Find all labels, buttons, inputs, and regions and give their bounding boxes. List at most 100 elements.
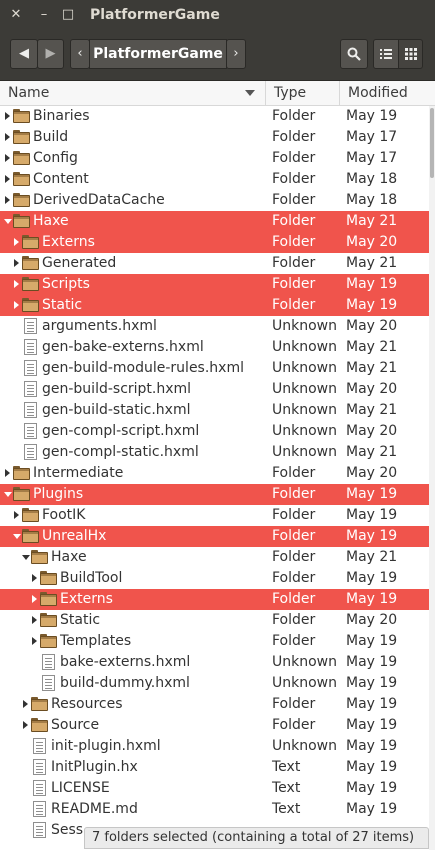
file-row[interactable]: bake-externs.hxml Unknown May 19 (0, 652, 429, 673)
close-window-button[interactable]: ✕ (8, 7, 24, 23)
folder-row[interactable]: Static Folder May 20 (0, 610, 429, 631)
row-modified: May 19 (346, 486, 398, 502)
folder-row[interactable]: Scripts Folder May 19 (0, 274, 429, 295)
folder-row[interactable]: Externs Folder May 20 (0, 232, 429, 253)
row-type: Unknown (272, 402, 337, 418)
search-button[interactable] (340, 39, 368, 69)
folder-icon (22, 234, 39, 250)
expander-collapsed-icon[interactable] (31, 589, 39, 610)
path-bar-current-folder[interactable]: PlatformerGame (89, 39, 227, 69)
file-row[interactable]: LICENSE Text May 19 (0, 778, 429, 799)
row-name: UnrealHx (42, 528, 107, 544)
file-row[interactable]: gen-bake-externs.hxml Unknown May 21 (0, 337, 429, 358)
forward-button[interactable]: ▶ (37, 39, 64, 69)
folder-row[interactable]: Externs Folder May 19 (0, 589, 429, 610)
search-icon (347, 47, 361, 61)
folder-row[interactable]: Static Folder May 19 (0, 295, 429, 316)
maximize-window-button[interactable]: □ (60, 7, 76, 23)
expander-expanded-icon[interactable] (4, 211, 12, 232)
text-file-icon (31, 759, 48, 775)
file-row[interactable]: build-dummy.hxml Unknown May 19 (0, 673, 429, 694)
expander-collapsed-icon[interactable] (22, 715, 30, 736)
expander-collapsed-icon[interactable] (4, 463, 12, 484)
text-file-icon (22, 360, 39, 376)
text-file-icon (22, 444, 39, 460)
column-header-type[interactable]: Type (266, 81, 340, 105)
expander-collapsed-icon[interactable] (4, 106, 12, 127)
column-header-name[interactable]: Name (0, 81, 266, 105)
folder-icon (13, 192, 30, 208)
file-row[interactable]: README.md Text May 19 (0, 799, 429, 820)
expander-collapsed-icon[interactable] (31, 610, 39, 631)
row-name: build-dummy.hxml (60, 675, 190, 691)
row-modified: May 19 (346, 591, 398, 607)
vertical-scrollbar[interactable] (429, 106, 435, 850)
file-row[interactable]: gen-compl-script.hxml Unknown May 20 (0, 421, 429, 442)
row-name: init-plugin.hxml (51, 738, 161, 754)
expander-collapsed-icon[interactable] (4, 127, 12, 148)
expander-collapsed-icon[interactable] (13, 505, 21, 526)
row-name: Externs (42, 234, 95, 250)
expander-collapsed-icon[interactable] (31, 568, 39, 589)
file-row[interactable]: gen-build-static.hxml Unknown May 21 (0, 400, 429, 421)
folder-row[interactable]: Generated Folder May 21 (0, 253, 429, 274)
list-view-button[interactable] (373, 39, 399, 69)
folder-icon (13, 465, 30, 481)
path-next-button[interactable]: › (226, 39, 246, 69)
file-row[interactable]: gen-compl-static.hxml Unknown May 21 (0, 442, 429, 463)
folder-row[interactable]: Binaries Folder May 19 (0, 106, 429, 127)
file-row[interactable]: arguments.hxml Unknown May 20 (0, 316, 429, 337)
folder-row[interactable]: UnrealHx Folder May 19 (0, 526, 429, 547)
folder-row[interactable]: Intermediate Folder May 20 (0, 463, 429, 484)
folder-row[interactable]: Source Folder May 19 (0, 715, 429, 736)
expander-collapsed-icon[interactable] (31, 631, 39, 652)
text-file-icon (40, 654, 57, 670)
expander-expanded-icon[interactable] (13, 526, 21, 547)
folder-row[interactable]: Resources Folder May 19 (0, 694, 429, 715)
text-file-icon (31, 780, 48, 796)
folder-row[interactable]: Build Folder May 17 (0, 127, 429, 148)
maximize-icon: □ (61, 7, 75, 22)
expander-collapsed-icon[interactable] (13, 232, 21, 253)
folder-row[interactable]: Templates Folder May 19 (0, 631, 429, 652)
file-row[interactable]: gen-build-script.hxml Unknown May 20 (0, 379, 429, 400)
expander-collapsed-icon[interactable] (13, 253, 21, 274)
folder-row[interactable]: Haxe Folder May 21 (0, 547, 429, 568)
text-file-icon (31, 822, 48, 838)
row-type: Folder (272, 192, 316, 208)
expander-collapsed-icon[interactable] (13, 295, 21, 316)
row-modified: May 20 (346, 612, 398, 628)
row-modified: May 19 (346, 717, 398, 733)
expander-expanded-icon[interactable] (22, 547, 30, 568)
expander-collapsed-icon[interactable] (22, 694, 30, 715)
scrollbar-thumb[interactable] (430, 108, 434, 178)
minimize-window-button[interactable]: – (36, 7, 52, 23)
row-name: DerivedDataCache (33, 192, 165, 208)
folder-row[interactable]: Haxe Folder May 21 (0, 211, 429, 232)
expander-collapsed-icon[interactable] (4, 148, 12, 169)
file-list[interactable]: Binaries Folder May 19 Build Folder May 17 Con… (0, 106, 429, 850)
folder-icon (22, 297, 39, 313)
row-modified: May 19 (346, 738, 398, 754)
row-name: InitPlugin.hx (51, 759, 138, 775)
folder-row[interactable]: DerivedDataCache Folder May 18 (0, 190, 429, 211)
back-button[interactable]: ◀ (10, 39, 38, 69)
expander-collapsed-icon[interactable] (4, 190, 12, 211)
folder-row[interactable]: BuildTool Folder May 19 (0, 568, 429, 589)
folder-row[interactable]: Content Folder May 18 (0, 169, 429, 190)
grid-view-button[interactable] (398, 39, 423, 69)
folder-row[interactable]: Config Folder May 17 (0, 148, 429, 169)
expander-collapsed-icon[interactable] (13, 274, 21, 295)
column-headers: Name Type Modified (0, 81, 435, 106)
file-row[interactable]: InitPlugin.hx Text May 19 (0, 757, 429, 778)
file-row[interactable]: gen-build-module-rules.hxml Unknown May 21 (0, 358, 429, 379)
path-prev-button[interactable]: ‹ (70, 39, 90, 69)
expander-collapsed-icon[interactable] (4, 169, 12, 190)
folder-row[interactable]: Plugins Folder May 19 (0, 484, 429, 505)
row-type: Folder (272, 234, 316, 250)
column-header-modified[interactable]: Modified (340, 81, 435, 105)
title-bar: ✕ – □ PlatformerGame (0, 0, 435, 30)
file-row[interactable]: init-plugin.hxml Unknown May 19 (0, 736, 429, 757)
folder-row[interactable]: FootIK Folder May 19 (0, 505, 429, 526)
expander-expanded-icon[interactable] (4, 484, 12, 505)
